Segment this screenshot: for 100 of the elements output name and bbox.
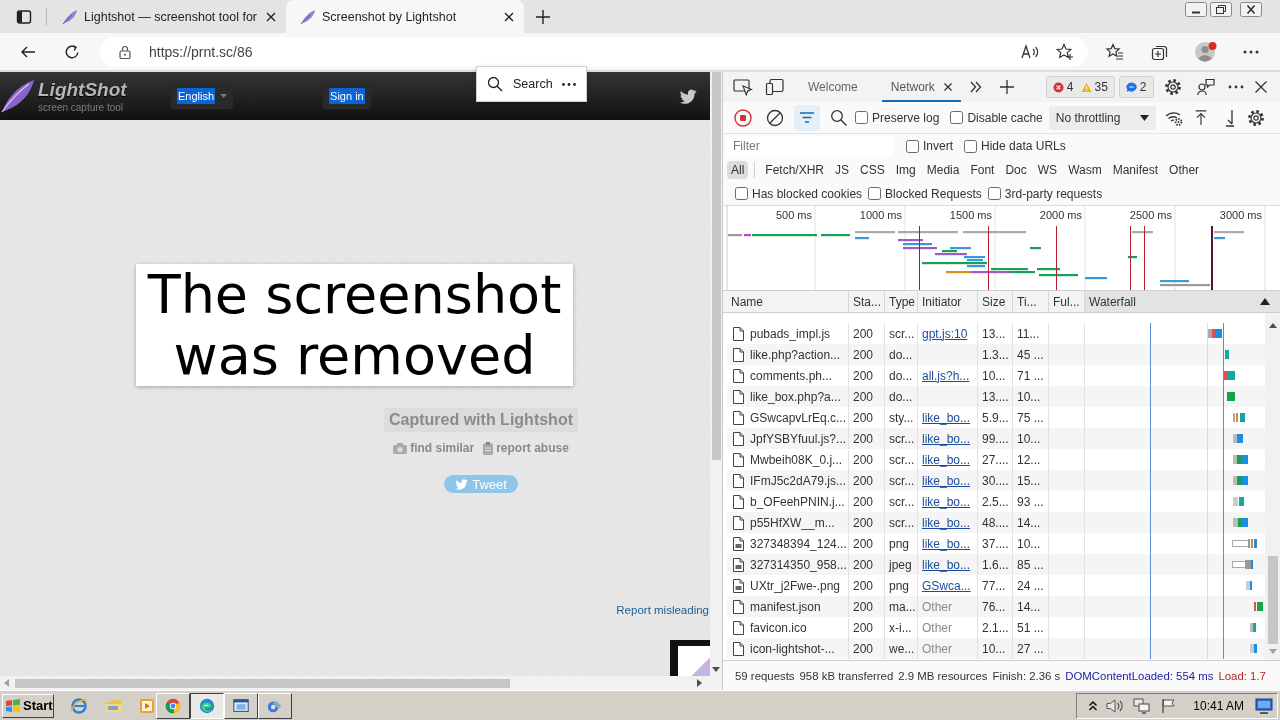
type-filter-button[interactable]: Media bbox=[922, 161, 964, 179]
user-bubble-icon[interactable] bbox=[1196, 78, 1215, 96]
column-header[interactable]: Initiator bbox=[918, 291, 978, 312]
checkbox[interactable] bbox=[987, 187, 1001, 200]
settings-icon[interactable] bbox=[1163, 78, 1182, 96]
column-header[interactable]: Waterfall bbox=[1085, 291, 1280, 312]
speaker-icon[interactable] bbox=[1106, 697, 1125, 714]
tab-actions-icon[interactable] bbox=[16, 8, 32, 25]
checkbox[interactable] bbox=[964, 139, 977, 153]
settings-icon[interactable] bbox=[1246, 108, 1265, 127]
type-filter-button[interactable]: Wasm bbox=[1064, 161, 1106, 179]
bird-icon[interactable] bbox=[679, 88, 697, 104]
close-tab-icon[interactable] bbox=[504, 11, 514, 22]
new-tab-icon[interactable] bbox=[536, 9, 550, 24]
scroll-down-icon[interactable] bbox=[712, 667, 720, 672]
scrollbar-thumb[interactable] bbox=[711, 72, 721, 460]
checkbox-label[interactable]: Blocked Requests bbox=[885, 186, 982, 201]
initiator-link[interactable]: GSwca... bbox=[922, 578, 971, 593]
column-header[interactable]: Type bbox=[885, 291, 918, 312]
checkbox-label[interactable]: Invert bbox=[923, 139, 953, 153]
filter-field[interactable]: Filter bbox=[727, 136, 893, 156]
issues-badge[interactable]: 2 bbox=[1118, 76, 1154, 98]
scrollbar-thumb[interactable] bbox=[15, 678, 510, 688]
address-bar[interactable]: https://prnt.sc/86 bbox=[100, 36, 1088, 67]
type-filter-button[interactable]: Other bbox=[1165, 161, 1204, 179]
inspect-icon[interactable] bbox=[733, 78, 753, 96]
close-icon[interactable] bbox=[1254, 81, 1267, 93]
initiator-link[interactable]: all.js?h... bbox=[922, 368, 970, 383]
profile-avatar[interactable] bbox=[1194, 39, 1218, 64]
monitor-icon[interactable] bbox=[1255, 697, 1273, 714]
refresh-icon[interactable] bbox=[64, 43, 80, 60]
checkbox[interactable] bbox=[906, 139, 919, 153]
type-filter-button[interactable]: Fetch/XHR bbox=[761, 161, 829, 179]
close-tab-icon[interactable] bbox=[266, 11, 276, 22]
column-header[interactable]: Name bbox=[727, 291, 849, 312]
checkbox[interactable] bbox=[855, 111, 868, 124]
type-filter-button[interactable]: JS bbox=[831, 161, 854, 179]
report-link[interactable]: Report misleading bbox=[616, 603, 709, 617]
read-aloud-icon[interactable] bbox=[1021, 43, 1039, 60]
devtools-tab[interactable]: Welcome bbox=[799, 72, 867, 102]
search-button[interactable]: Search bbox=[477, 76, 553, 92]
type-filter-button[interactable]: Doc bbox=[1001, 161, 1031, 179]
type-filter-button[interactable]: Manifest bbox=[1108, 161, 1163, 179]
scroll-up-icon[interactable] bbox=[1268, 323, 1277, 328]
start-button[interactable]: Start bbox=[2, 693, 54, 718]
more-icon[interactable] bbox=[1243, 49, 1259, 54]
download-icon[interactable] bbox=[1224, 108, 1235, 127]
close-icon[interactable] bbox=[1240, 2, 1262, 17]
checkbox[interactable] bbox=[868, 187, 882, 200]
add-favorite-icon[interactable] bbox=[1056, 42, 1074, 61]
network-icon[interactable] bbox=[1133, 697, 1152, 714]
device-icon[interactable] bbox=[765, 78, 785, 96]
type-filter-button[interactable]: Font bbox=[966, 161, 999, 179]
initiator-link[interactable]: like_bo... bbox=[922, 431, 971, 446]
initiator-link[interactable]: like_bo... bbox=[922, 494, 971, 509]
media-player-icon[interactable] bbox=[138, 696, 156, 715]
console-badge[interactable]: 4 35 bbox=[1045, 76, 1115, 98]
more-icon[interactable] bbox=[562, 82, 576, 86]
browser-tab[interactable]: Screenshot by Lightshot bbox=[286, 0, 524, 33]
filter-button[interactable] bbox=[794, 104, 820, 131]
column-header[interactable]: Size bbox=[978, 291, 1013, 312]
checkbox-label[interactable]: Preserve log bbox=[872, 110, 940, 125]
chevrons-icon[interactable] bbox=[969, 81, 982, 93]
page-scrollbar[interactable] bbox=[710, 72, 722, 676]
initiator-link[interactable]: like_bo... bbox=[922, 410, 971, 425]
plus-icon[interactable] bbox=[999, 80, 1014, 94]
restore-icon[interactable] bbox=[1210, 2, 1232, 17]
checkbox-label[interactable]: Hide data URLs bbox=[981, 139, 1066, 153]
favorites-icon[interactable] bbox=[1106, 42, 1124, 61]
more-icon[interactable] bbox=[1227, 85, 1244, 89]
globe-icon[interactable] bbox=[70, 696, 88, 715]
initiator-link[interactable]: like_bo... bbox=[922, 452, 971, 467]
checkbox[interactable] bbox=[950, 111, 964, 124]
wifi-gear-icon[interactable] bbox=[1164, 109, 1183, 126]
initiator-link[interactable]: like_bo... bbox=[922, 536, 971, 551]
throttling-select[interactable]: No throttling bbox=[1048, 105, 1156, 130]
search-icon[interactable] bbox=[830, 108, 848, 127]
initiator-link[interactable]: like_bo... bbox=[922, 557, 971, 572]
checkbox[interactable] bbox=[735, 187, 748, 200]
scrollbar-thumb[interactable] bbox=[1267, 556, 1278, 644]
checkbox-label[interactable]: 3rd-party requests bbox=[1004, 186, 1103, 201]
column-header[interactable]: Sta... bbox=[849, 291, 885, 312]
checkbox-label[interactable]: Has blocked cookies bbox=[752, 186, 863, 201]
horizontal-scrollbar[interactable] bbox=[0, 676, 722, 690]
initiator-link[interactable]: like_bo... bbox=[922, 473, 971, 488]
chevron-up-icon[interactable] bbox=[1089, 700, 1098, 711]
taskbar-button[interactable] bbox=[190, 692, 224, 719]
type-filter-button[interactable]: WS bbox=[1033, 161, 1062, 179]
stop-recording-icon[interactable] bbox=[734, 108, 752, 127]
initiator-link[interactable]: like_bo... bbox=[922, 515, 971, 530]
initiator-link[interactable]: gpt.js:10 bbox=[922, 326, 968, 341]
checkbox-label[interactable]: Disable cache bbox=[967, 110, 1043, 125]
close-icon[interactable] bbox=[943, 83, 952, 91]
type-filter-button[interactable]: All bbox=[727, 161, 749, 179]
table-scrollbar[interactable] bbox=[1265, 313, 1280, 660]
column-header[interactable]: Ti... bbox=[1013, 291, 1049, 312]
type-filter-button[interactable]: Img bbox=[891, 161, 920, 179]
scroll-right-icon[interactable] bbox=[697, 679, 702, 687]
type-filter-button[interactable]: CSS bbox=[856, 161, 889, 179]
clear-icon[interactable] bbox=[766, 108, 784, 127]
